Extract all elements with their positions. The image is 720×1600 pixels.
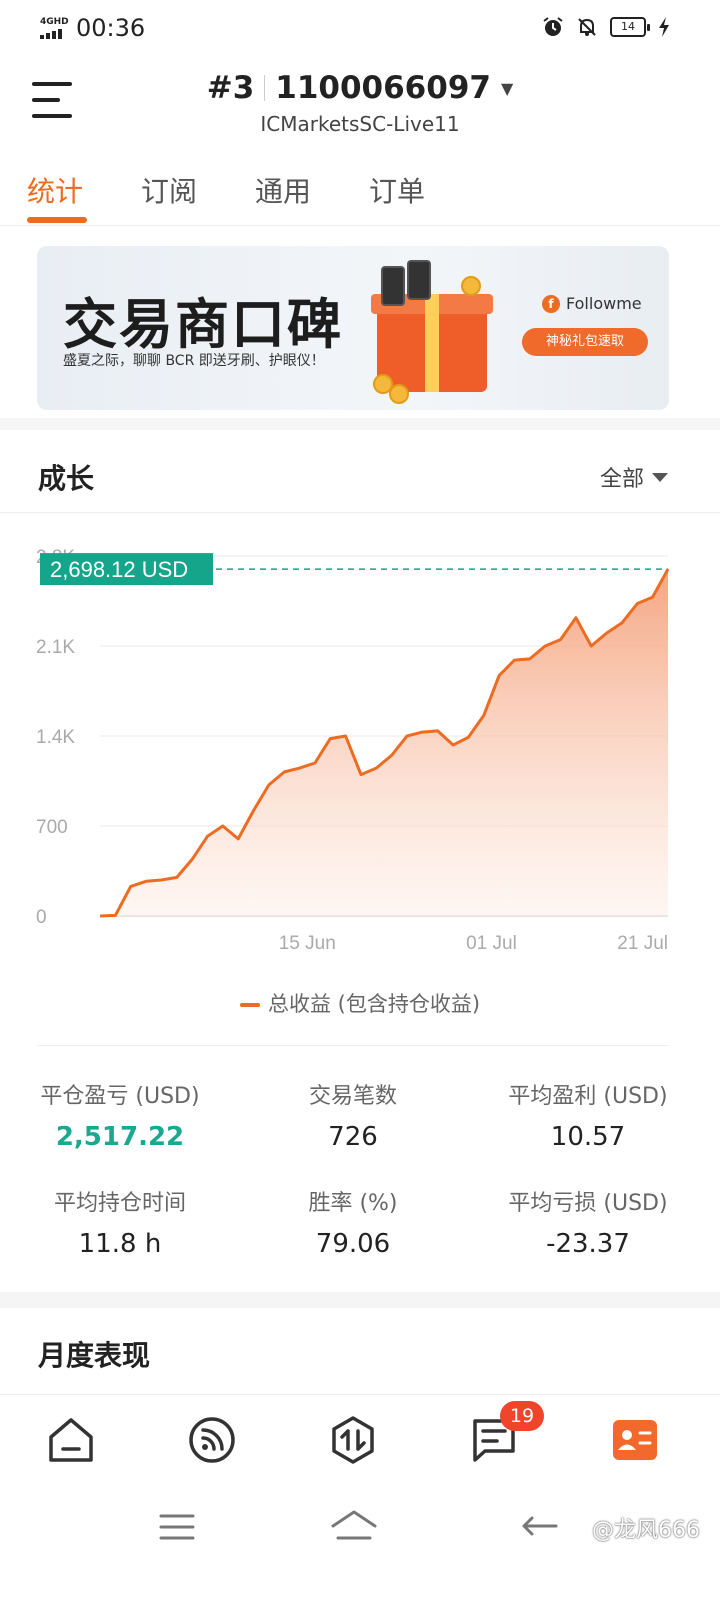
stat-label: 平仓盈亏 (USD) xyxy=(40,1084,200,1109)
header: #3 1100066097 ▼ ICMarketsSC-Live11 xyxy=(0,60,720,150)
current-value-label: 2,698.12 USD xyxy=(50,557,188,582)
trade-icon[interactable] xyxy=(328,1415,378,1465)
account-server: ICMarketsSC-Live11 xyxy=(260,112,460,136)
stat-avg-hold: 平均持仓时间 11.8 h xyxy=(0,1185,240,1259)
banner-title: 交易商口碑 xyxy=(63,293,343,356)
followme-logo: f Followme xyxy=(542,294,642,313)
stat-closed-pnl: 平仓盈亏 (USD) 2,517.22 xyxy=(0,1078,240,1152)
range-label: 全部 xyxy=(599,467,644,492)
x-tick-label: 15 Jun xyxy=(279,933,336,954)
x-tick-label: 01 Jul xyxy=(466,933,517,954)
battery-level: 14 xyxy=(621,20,635,33)
tab-subscribe[interactable]: 订阅 xyxy=(141,170,197,210)
tab-orders[interactable]: 订单 xyxy=(369,170,425,210)
divider xyxy=(37,1045,669,1046)
charging-icon xyxy=(659,17,669,37)
signal-icon: 4GHD xyxy=(40,16,70,39)
y-tick-label: 1.4K xyxy=(36,727,75,748)
watermark: @龙风666 xyxy=(592,1518,700,1543)
account-selector[interactable]: #3 1100066097 ▼ ICMarketsSC-Live11 xyxy=(0,70,720,136)
y-axis-ticks: 07001.4K2.1K2.8K xyxy=(36,547,75,928)
recents-icon[interactable] xyxy=(158,1512,196,1542)
x-tick-label: 21 Jul xyxy=(617,933,668,954)
home-icon[interactable] xyxy=(46,1415,96,1465)
stat-value: 726 xyxy=(328,1122,378,1152)
banner-subtitle: 盛夏之际，聊聊 BCR 即送牙刷、护眼仪！ xyxy=(63,353,325,369)
stat-value: 2,517.22 xyxy=(55,1122,185,1152)
growth-title: 成长 xyxy=(38,462,95,495)
battery-icon: 14 xyxy=(610,17,650,37)
alarm-icon xyxy=(543,17,563,36)
status-bar: 4GHD 00:36 14 xyxy=(0,0,720,56)
stat-label: 胜率 (%) xyxy=(308,1191,398,1216)
coin-illustration xyxy=(461,276,481,296)
tab-bar: 统计 订阅 通用 订单 xyxy=(0,160,720,226)
promo-banner[interactable]: 交易商口碑 盛夏之际，聊聊 BCR 即送牙刷、护眼仪！ f Followme 神… xyxy=(37,246,669,410)
stat-label: 平均亏损 (USD) xyxy=(508,1191,668,1216)
gift-box-illustration xyxy=(371,260,493,392)
legend-label: 总收益 (包含持仓收益) xyxy=(267,992,481,1016)
range-dropdown[interactable]: 全部 xyxy=(600,461,668,493)
stat-label: 平均盈利 (USD) xyxy=(508,1084,668,1109)
account-index: #3 xyxy=(206,70,255,106)
stat-win-rate: 胜率 (%) 79.06 xyxy=(233,1185,473,1259)
section-divider xyxy=(0,418,720,430)
tab-indicator xyxy=(27,217,87,223)
stat-value: -23.37 xyxy=(546,1229,630,1259)
mute-icon xyxy=(578,18,596,36)
stat-trades: 交易笔数 726 xyxy=(233,1078,473,1152)
stat-value: 11.8 h xyxy=(78,1229,162,1259)
account-number: 1100066097 xyxy=(275,70,491,106)
triangle-down-icon xyxy=(652,472,668,482)
monthly-title: 月度表现 xyxy=(38,1339,151,1372)
tab-stats[interactable]: 统计 xyxy=(27,170,83,210)
status-left: 4GHD 00:36 xyxy=(40,14,145,42)
profile-card-icon[interactable] xyxy=(610,1415,660,1465)
chevron-down-icon: ▼ xyxy=(500,78,514,98)
network-type: 4GHD xyxy=(40,16,69,27)
feed-icon[interactable] xyxy=(187,1415,237,1465)
brand-name: Followme xyxy=(566,294,642,313)
legend-swatch xyxy=(239,1003,260,1007)
message-badge: 19 xyxy=(500,1401,544,1431)
stat-avg-loss: 平均亏损 (USD) -23.37 xyxy=(468,1185,708,1259)
stat-avg-profit: 平均盈利 (USD) 10.57 xyxy=(468,1078,708,1152)
status-right: 14 xyxy=(542,16,670,38)
tab-general[interactable]: 通用 xyxy=(255,170,311,210)
coin-illustration xyxy=(389,384,409,404)
stat-label: 平均持仓时间 xyxy=(53,1191,186,1216)
growth-header: 成长 全部 xyxy=(0,433,720,513)
y-tick-label: 700 xyxy=(36,817,68,838)
followme-logo-icon: f xyxy=(542,294,560,313)
gift-pack-button[interactable]: 神秘礼包速取 xyxy=(522,328,648,356)
stat-label: 交易笔数 xyxy=(308,1084,397,1109)
x-axis-ticks: 15 Jun 01 Jul 21 Jul xyxy=(279,933,668,954)
bottom-nav: 19 xyxy=(0,1394,720,1484)
series-area xyxy=(100,569,668,916)
home-gesture-icon[interactable] xyxy=(330,1508,378,1544)
section-divider xyxy=(0,1292,720,1308)
growth-chart[interactable]: 07001.4K2.1K2.8K 15 Jun01 Jul21 Jul 2,69… xyxy=(0,520,720,960)
monthly-section: 月度表现 xyxy=(0,1308,720,1394)
system-nav: @龙风666 xyxy=(0,1490,720,1600)
stat-value: 10.57 xyxy=(550,1122,626,1152)
back-icon[interactable] xyxy=(520,1512,560,1542)
chart-legend[interactable]: 总收益 (包含持仓收益) xyxy=(0,988,720,1018)
y-tick-label: 2.1K xyxy=(36,637,75,658)
stat-value: 79.06 xyxy=(315,1229,391,1259)
y-tick-label: 0 xyxy=(36,907,47,928)
clock: 00:36 xyxy=(76,14,146,42)
